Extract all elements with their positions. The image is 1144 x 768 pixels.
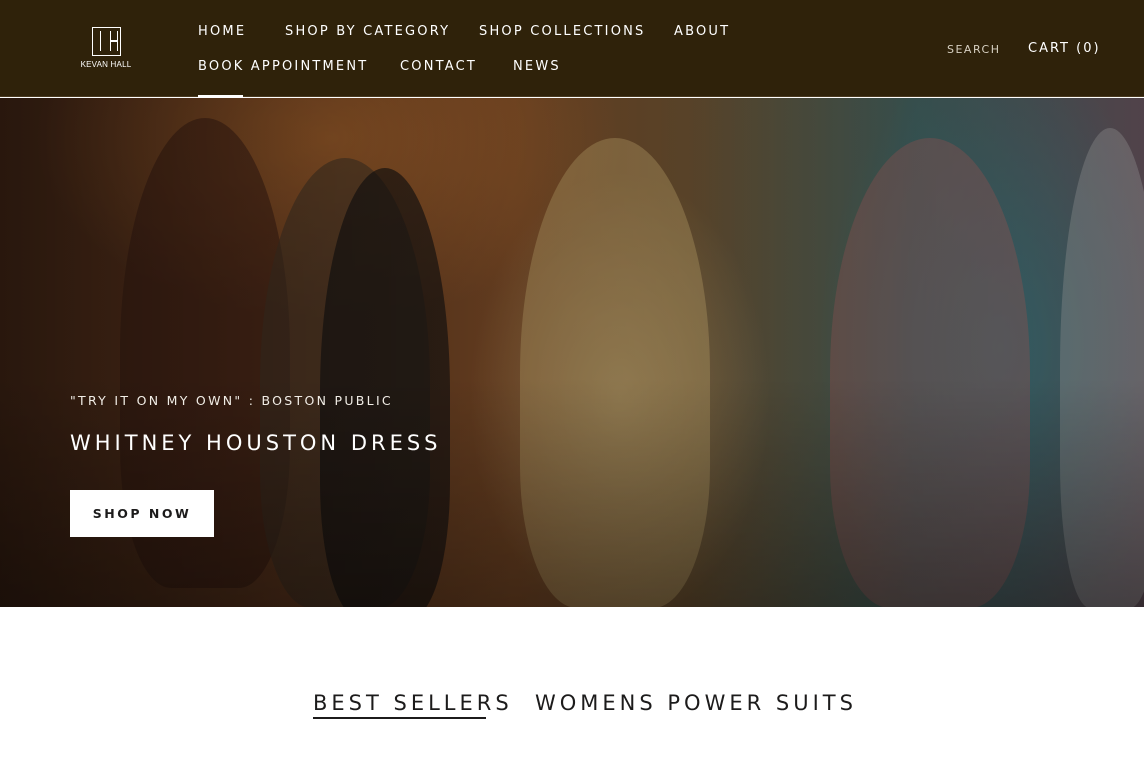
cart-link[interactable]: CART (0) [1028, 41, 1101, 56]
tab-best-sellers[interactable]: BEST SELLERS [313, 691, 513, 715]
hero-title: WHITNEY HOUSTON DRESS [70, 431, 442, 455]
hero-subtitle: "TRY IT ON MY OWN" : BOSTON PUBLIC [70, 393, 393, 408]
active-tab-indicator [313, 717, 486, 719]
nav-contact[interactable]: CONTACT [400, 59, 477, 74]
search-link[interactable]: SEARCH [947, 43, 1001, 56]
nav-news[interactable]: NEWS [513, 59, 561, 74]
active-nav-indicator [198, 95, 243, 97]
logo-text: KEVAN HALL [80, 60, 132, 69]
nav-home[interactable]: HOME [198, 24, 246, 39]
nav-book-appointment[interactable]: BOOK APPOINTMENT [198, 59, 368, 74]
shop-now-button[interactable]: SHOP NOW [70, 490, 214, 537]
tab-womens-power-suits[interactable]: WOMENS POWER SUITS [535, 691, 857, 715]
kh-monogram-icon [91, 27, 121, 56]
nav-about[interactable]: ABOUT [674, 24, 730, 39]
nav-shop-by-category[interactable]: SHOP BY CATEGORY [285, 24, 450, 39]
nav-shop-collections[interactable]: SHOP COLLECTIONS [479, 24, 646, 39]
kevan-hall-logo[interactable]: KEVAN HALL [76, 27, 136, 73]
hero-banner: "TRY IT ON MY OWN" : BOSTON PUBLIC WHITN… [0, 98, 1144, 607]
site-header: KEVAN HALL HOME SHOP BY CATEGORY SHOP CO… [0, 0, 1144, 97]
